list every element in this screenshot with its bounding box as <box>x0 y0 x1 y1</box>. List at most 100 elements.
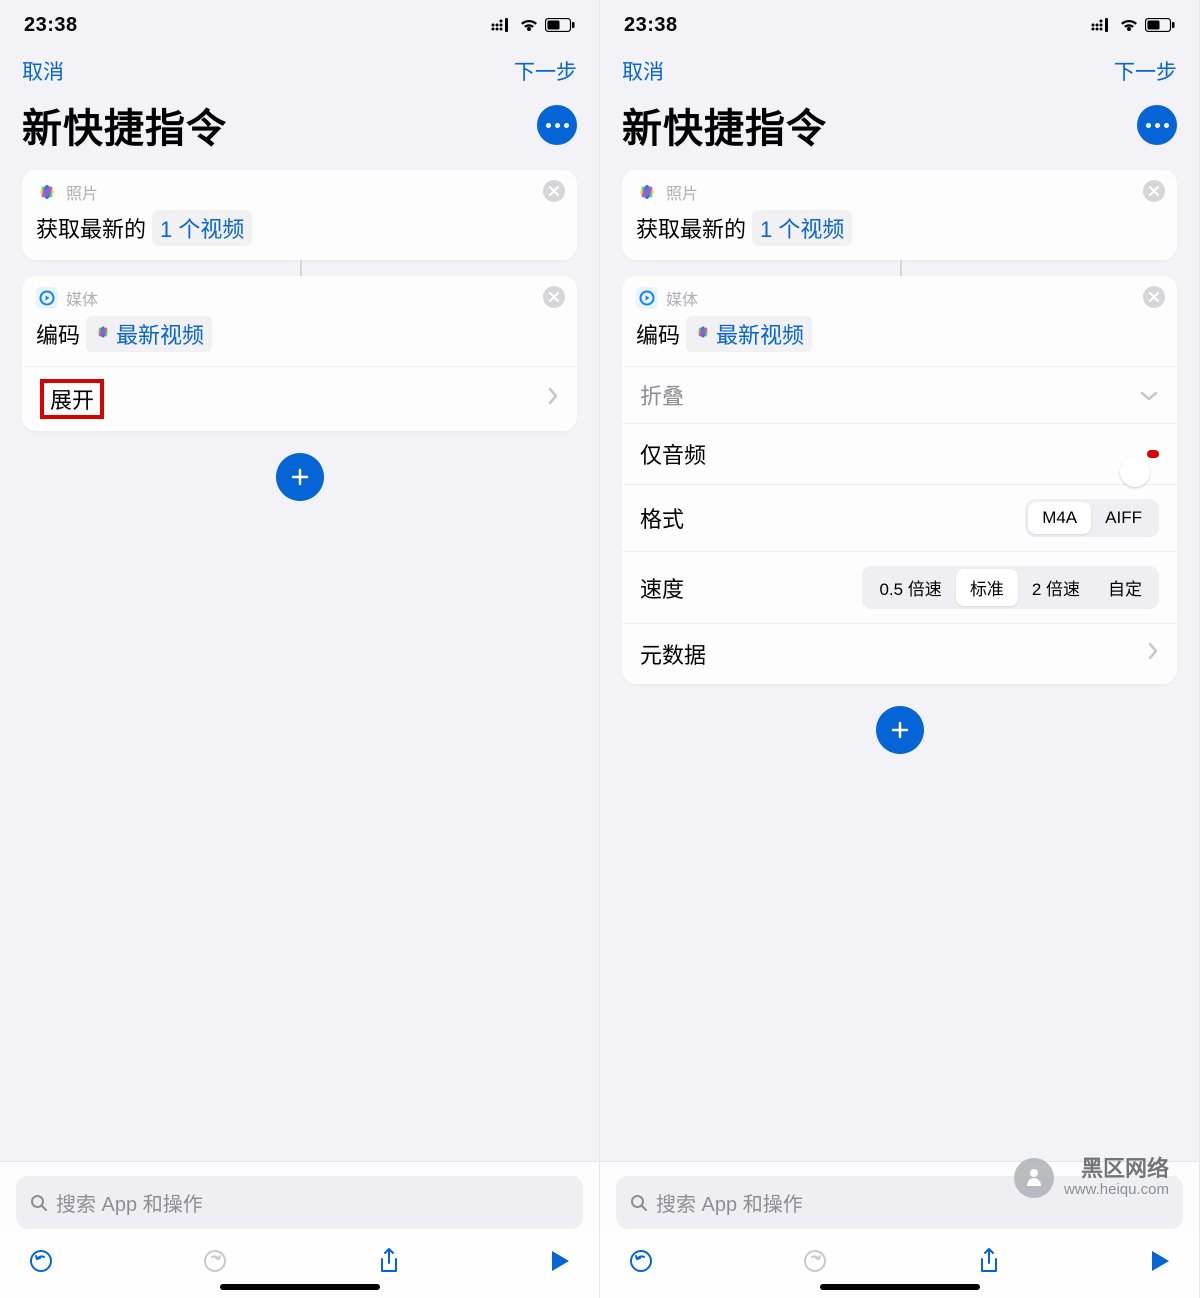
photos-action-text: 获取最新的 <box>636 212 746 244</box>
photos-mini-icon <box>94 321 112 347</box>
add-action-button[interactable] <box>276 453 324 501</box>
more-button[interactable] <box>537 105 577 145</box>
format-segment[interactable]: M4A AIFF <box>1025 499 1159 537</box>
option-metadata[interactable]: 元数据 <box>622 623 1177 684</box>
audio-only-label: 仅音频 <box>640 438 706 470</box>
action-card-media[interactable]: 媒体 编码 最新视频 展开 <box>22 276 577 431</box>
connector <box>900 260 902 276</box>
media-action-text: 编码 <box>36 318 80 350</box>
photos-app-icon <box>36 181 58 203</box>
watermark-sub: www.heiqu.com <box>1064 1182 1169 1199</box>
chevron-right-icon <box>547 386 559 412</box>
photos-app-icon <box>636 181 658 203</box>
search-icon <box>30 1194 48 1212</box>
status-bar: 23:38 <box>600 0 1199 50</box>
close-icon[interactable] <box>543 180 565 202</box>
page-title: 新快捷指令 <box>622 96 827 154</box>
nav-bar: 取消 下一步 <box>600 50 1199 90</box>
share-button[interactable] <box>377 1247 401 1280</box>
format-label: 格式 <box>640 502 684 534</box>
action-card-photos[interactable]: 照片 获取最新的 1 个视频 <box>22 170 577 260</box>
option-speed: 速度 0.5 倍速 标准 2 倍速 自定 <box>622 551 1177 623</box>
wifi-icon <box>519 18 539 32</box>
media-app-label: 媒体 <box>666 286 698 310</box>
speed-double[interactable]: 2 倍速 <box>1018 569 1094 606</box>
next-button[interactable]: 下一步 <box>1114 56 1177 86</box>
nav-bar: 取消 下一步 <box>0 50 599 90</box>
watermark-icon <box>1014 1158 1054 1198</box>
connector <box>300 260 302 276</box>
option-audio-only: 仅音频 <box>622 423 1177 484</box>
redo-button[interactable] <box>802 1248 828 1279</box>
close-icon[interactable] <box>1143 180 1165 202</box>
home-indicator <box>220 1284 380 1290</box>
cellular-icon <box>1091 18 1113 32</box>
content-area: 照片 获取最新的 1 个视频 媒体 <box>0 170 599 1298</box>
status-icons <box>491 18 575 32</box>
undo-button[interactable] <box>28 1248 54 1279</box>
media-app-label: 媒体 <box>66 286 98 310</box>
next-button[interactable]: 下一步 <box>514 56 577 86</box>
speed-custom[interactable]: 自定 <box>1094 569 1156 606</box>
photos-action-text: 获取最新的 <box>36 212 146 244</box>
photos-app-label: 照片 <box>66 180 98 204</box>
speed-half[interactable]: 0.5 倍速 <box>865 569 955 606</box>
cancel-button[interactable]: 取消 <box>22 56 64 86</box>
expand-row[interactable]: 展开 <box>22 366 577 431</box>
media-app-icon <box>36 287 58 309</box>
expand-label: 展开 <box>40 379 104 419</box>
media-action-text: 编码 <box>636 318 680 350</box>
action-card-photos[interactable]: 照片 获取最新的 1 个视频 <box>622 170 1177 260</box>
page-title: 新快捷指令 <box>22 96 227 154</box>
collapse-row[interactable]: 折叠 <box>622 366 1177 423</box>
media-param-label: 最新视频 <box>716 318 804 350</box>
media-param-token[interactable]: 最新视频 <box>686 316 812 352</box>
search-icon <box>630 1194 648 1212</box>
more-button[interactable] <box>1137 105 1177 145</box>
speed-normal[interactable]: 标准 <box>956 569 1018 606</box>
search-input[interactable]: 搜索 App 和操作 <box>16 1176 583 1229</box>
play-button[interactable] <box>1149 1249 1171 1278</box>
audio-only-highlight <box>1147 450 1159 458</box>
title-row: 新快捷指令 <box>600 90 1199 170</box>
title-row: 新快捷指令 <box>0 90 599 170</box>
battery-icon <box>545 18 575 32</box>
option-format: 格式 M4A AIFF <box>622 484 1177 551</box>
chevron-down-icon <box>1139 382 1159 408</box>
media-param-label: 最新视频 <box>116 318 204 350</box>
wifi-icon <box>1119 18 1139 32</box>
speed-label: 速度 <box>640 572 684 604</box>
share-button[interactable] <box>977 1247 1001 1280</box>
speed-segment[interactable]: 0.5 倍速 标准 2 倍速 自定 <box>862 566 1159 609</box>
format-aiff[interactable]: AIFF <box>1091 502 1156 534</box>
cancel-button[interactable]: 取消 <box>622 56 664 86</box>
action-card-media-expanded[interactable]: 媒体 编码 最新视频 折叠 <box>622 276 1177 684</box>
play-button[interactable] <box>549 1249 571 1278</box>
close-icon[interactable] <box>543 286 565 308</box>
home-indicator <box>820 1284 980 1290</box>
photos-mini-icon <box>694 321 712 347</box>
add-action-button[interactable] <box>876 706 924 754</box>
battery-icon <box>1145 18 1175 32</box>
phone-left: 23:38 取消 下一步 新快捷指令 照片 <box>0 0 600 1298</box>
status-time: 23:38 <box>24 14 78 37</box>
status-bar: 23:38 <box>0 0 599 50</box>
media-app-icon <box>636 287 658 309</box>
content-area: 照片 获取最新的 1 个视频 媒体 <box>600 170 1199 1298</box>
undo-button[interactable] <box>628 1248 654 1279</box>
status-icons <box>1091 18 1175 32</box>
metadata-label: 元数据 <box>640 638 706 670</box>
photos-param-token[interactable]: 1 个视频 <box>752 210 852 246</box>
cellular-icon <box>491 18 513 32</box>
format-m4a[interactable]: M4A <box>1028 502 1091 534</box>
search-placeholder: 搜索 App 和操作 <box>56 1188 203 1217</box>
search-placeholder: 搜索 App 和操作 <box>656 1188 803 1217</box>
photos-param-token[interactable]: 1 个视频 <box>152 210 252 246</box>
close-icon[interactable] <box>1143 286 1165 308</box>
chevron-right-icon <box>1147 641 1159 667</box>
phone-right: 23:38 取消 下一步 新快捷指令 照片 <box>600 0 1200 1298</box>
redo-button[interactable] <box>202 1248 228 1279</box>
status-time: 23:38 <box>624 14 678 37</box>
watermark-title: 黑区网络 <box>1064 1157 1169 1181</box>
media-param-token[interactable]: 最新视频 <box>86 316 212 352</box>
